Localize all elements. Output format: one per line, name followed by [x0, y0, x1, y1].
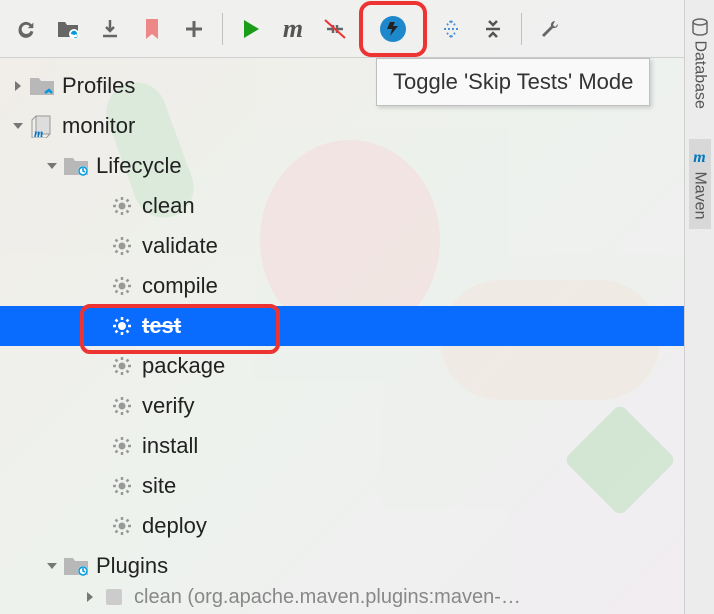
- gear-icon: [108, 435, 136, 457]
- lifecycle-goal-test[interactable]: test: [0, 306, 714, 346]
- database-label: Database: [692, 40, 709, 109]
- maven-tool-window-tab[interactable]: m Maven: [689, 139, 711, 229]
- tree-label: Profiles: [62, 73, 135, 99]
- collapse-all-icon[interactable]: [475, 11, 511, 47]
- expand-all-icon[interactable]: [433, 11, 469, 47]
- bookmark-icon[interactable]: [134, 11, 170, 47]
- offline-toggle-icon[interactable]: [317, 11, 353, 47]
- folder-plugins-icon: [62, 555, 90, 577]
- plugin-item-truncated[interactable]: clean (org.apache.maven.plugins:maven-…: [0, 586, 714, 608]
- gear-icon: [108, 475, 136, 497]
- goal-label: test: [142, 313, 181, 339]
- skip-tests-tooltip: Toggle 'Skip Tests' Mode: [376, 58, 650, 106]
- lifecycle-goal-package[interactable]: package: [0, 346, 714, 386]
- plugin-icon: [100, 586, 128, 608]
- run-icon[interactable]: [233, 11, 269, 47]
- goal-label: site: [142, 473, 176, 499]
- tree-label: monitor: [62, 113, 135, 139]
- lifecycle-goal-clean[interactable]: clean: [0, 186, 714, 226]
- plugin-label: clean (org.apache.maven.plugins:maven-…: [134, 586, 521, 608]
- download-icon[interactable]: [92, 11, 128, 47]
- maven-label: Maven: [692, 171, 709, 219]
- lifecycle-goal-deploy[interactable]: deploy: [0, 506, 714, 546]
- gear-icon: [108, 315, 136, 337]
- maven-toolbar: m: [0, 0, 714, 58]
- chevron-down-icon[interactable]: [42, 560, 62, 572]
- goal-label: install: [142, 433, 198, 459]
- chevron-right-icon[interactable]: [80, 590, 100, 604]
- gear-icon: [108, 275, 136, 297]
- chevron-down-icon[interactable]: [42, 160, 62, 172]
- database-tool-window-tab[interactable]: Database: [688, 8, 712, 119]
- gear-icon: [108, 395, 136, 417]
- lifecycle-goal-compile[interactable]: compile: [0, 266, 714, 306]
- lifecycle-goal-site[interactable]: site: [0, 466, 714, 506]
- maven-projects-tree: Profiles m monitor Lifecycle clean valid…: [0, 58, 714, 608]
- tree-node-plugins[interactable]: Plugins: [0, 546, 714, 586]
- lifecycle-goal-verify[interactable]: verify: [0, 386, 714, 426]
- toolbar-separator: [222, 13, 223, 45]
- tree-node-lifecycle[interactable]: Lifecycle: [0, 146, 714, 186]
- svg-text:m: m: [34, 126, 43, 138]
- tree-label: Plugins: [96, 553, 168, 579]
- toolbar-separator: [521, 13, 522, 45]
- goal-label: clean: [142, 193, 195, 219]
- folder-lifecycle-icon: [62, 155, 90, 177]
- gear-icon: [108, 235, 136, 257]
- skip-tests-toggle-icon[interactable]: [359, 1, 427, 57]
- lifecycle-goal-install[interactable]: install: [0, 426, 714, 466]
- module-icon: m: [28, 114, 56, 138]
- tree-label: Lifecycle: [96, 153, 182, 179]
- reload-icon[interactable]: [8, 11, 44, 47]
- tree-node-monitor[interactable]: m monitor: [0, 106, 714, 146]
- chevron-down-icon[interactable]: [8, 120, 28, 132]
- settings-wrench-icon[interactable]: [532, 11, 568, 47]
- add-icon[interactable]: [176, 11, 212, 47]
- maven-m-icon[interactable]: m: [275, 11, 311, 47]
- right-tool-window-bar: Database m Maven: [684, 0, 714, 614]
- chevron-right-icon[interactable]: [8, 79, 28, 93]
- goal-label: deploy: [142, 513, 207, 539]
- folder-refresh-icon[interactable]: [50, 11, 86, 47]
- lifecycle-goal-validate[interactable]: validate: [0, 226, 714, 266]
- goal-label: verify: [142, 393, 195, 419]
- folder-profiles-icon: [28, 75, 56, 97]
- goal-label: compile: [142, 273, 218, 299]
- goal-label: package: [142, 353, 225, 379]
- gear-icon: [108, 355, 136, 377]
- goal-label: validate: [142, 233, 218, 259]
- gear-icon: [108, 515, 136, 537]
- gear-icon: [108, 195, 136, 217]
